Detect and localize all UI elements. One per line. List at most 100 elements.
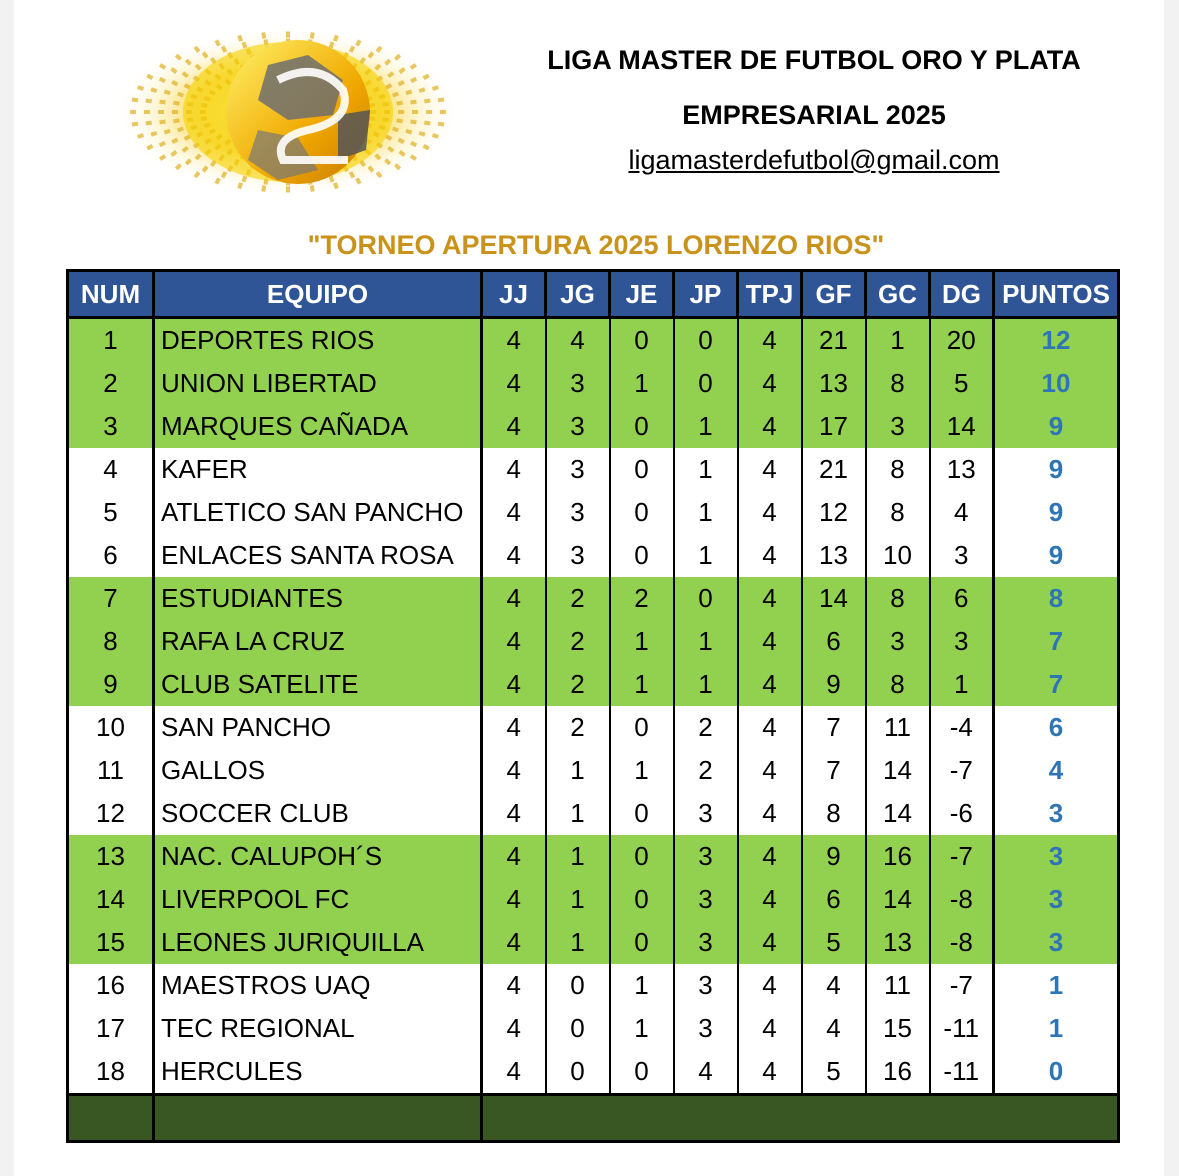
cell-dg: -8 (928, 878, 994, 921)
cell-je: 0 (608, 491, 674, 534)
table-row: 5 ATLETICO SAN PANCHO 4 3 0 1 4 12 8 4 9 (67, 491, 1119, 534)
cell-pts: 7 (992, 620, 1119, 663)
cell-jp: 3 (672, 792, 738, 835)
cell-pts: 3 (992, 835, 1119, 878)
cell-dg: -7 (928, 749, 994, 792)
cell-gc: 1 (864, 317, 930, 362)
cell-je: 0 (608, 534, 674, 577)
cell-pts: 9 (992, 534, 1119, 577)
cell-dg: 13 (928, 448, 994, 491)
cell-gc: 8 (864, 362, 930, 405)
cell-dg: 6 (928, 577, 994, 620)
cell-pts: 3 (992, 792, 1119, 835)
cell-team: LEONES JURIQUILLA (152, 921, 482, 964)
cell-gf: 13 (800, 534, 866, 577)
cell-gf: 21 (800, 448, 866, 491)
cell-je: 0 (608, 921, 674, 964)
cell-jg: 1 (544, 878, 610, 921)
cell-num: 6 (67, 534, 154, 577)
cell-je: 1 (608, 620, 674, 663)
cell-gc: 8 (864, 663, 930, 706)
cell-jj: 4 (480, 405, 546, 448)
cell-num: 7 (67, 577, 154, 620)
standings-body: 1 DEPORTES RIOS 4 4 0 0 4 21 1 20 12 2 UNION LIBERTA… (67, 317, 1119, 1095)
cell-jp: 4 (672, 1050, 738, 1095)
cell-jj: 4 (480, 448, 546, 491)
cell-pts: 9 (992, 405, 1119, 448)
cell-tpj: 4 (736, 964, 802, 1007)
cell-num: 9 (67, 663, 154, 706)
cell-jp: 1 (672, 663, 738, 706)
cell-jg: 2 (544, 706, 610, 749)
cell-jp: 1 (672, 620, 738, 663)
cell-jp: 0 (672, 577, 738, 620)
cell-je: 2 (608, 577, 674, 620)
cell-jg: 3 (544, 405, 610, 448)
cell-je: 1 (608, 749, 674, 792)
table-row: 11 GALLOS 4 1 1 2 4 7 14 -7 4 (67, 749, 1119, 792)
cell-jj: 4 (480, 317, 546, 362)
league-subtitle: EMPRESARIAL 2025 (682, 100, 946, 130)
cell-team: KAFER (152, 448, 482, 491)
cell-num: 10 (67, 706, 154, 749)
cell-je: 1 (608, 964, 674, 1007)
cell-gc: 3 (864, 620, 930, 663)
tournament-title: "TORNEO APERTURA 2025 LORENZO RIOS" (307, 230, 885, 260)
cell-jj: 4 (480, 491, 546, 534)
cell-dg: -7 (928, 964, 994, 1007)
table-header-row: NUM EQUIPO JJ JG JE JP TPJ GF GC DG PUNT… (67, 270, 1119, 319)
cell-jp: 2 (672, 706, 738, 749)
cell-jg: 3 (544, 534, 610, 577)
cell-team: SOCCER CLUB (152, 792, 482, 835)
table-row: 9 CLUB SATELITE 4 2 1 1 4 9 8 1 7 (67, 663, 1119, 706)
col-header-gc: GC (864, 270, 930, 319)
cell-jg: 0 (544, 1050, 610, 1095)
cell-pts: 0 (992, 1050, 1119, 1095)
cell-team: TEC REGIONAL (152, 1007, 482, 1050)
cell-num: 5 (67, 491, 154, 534)
cell-gc: 10 (864, 534, 930, 577)
cell-gf: 6 (800, 878, 866, 921)
col-header-dg: DG (928, 270, 994, 319)
cell-gc: 16 (864, 835, 930, 878)
cell-pts: 10 (992, 362, 1119, 405)
cell-dg: 20 (928, 317, 994, 362)
cell-gc: 11 (864, 706, 930, 749)
cell-je: 0 (608, 448, 674, 491)
email-link[interactable]: ligamasterdefutbol@gmail.com (454, 145, 1174, 176)
soccer-ball-logo-icon (113, 27, 463, 197)
footer-cell (480, 1093, 1119, 1142)
cell-jp: 3 (672, 921, 738, 964)
table-row: 16 MAESTROS UAQ 4 0 1 3 4 4 11 -7 1 (67, 964, 1119, 1007)
table-row: 1 DEPORTES RIOS 4 4 0 0 4 21 1 20 12 (67, 317, 1119, 362)
cell-num: 15 (67, 921, 154, 964)
cell-gc: 8 (864, 448, 930, 491)
cell-gc: 3 (864, 405, 930, 448)
cell-gf: 4 (800, 964, 866, 1007)
cell-gf: 5 (800, 921, 866, 964)
cell-gc: 15 (864, 1007, 930, 1050)
cell-num: 3 (67, 405, 154, 448)
cell-dg: 4 (928, 491, 994, 534)
cell-pts: 1 (992, 1007, 1119, 1050)
col-header-equipo: EQUIPO (152, 270, 482, 319)
cell-je: 0 (608, 405, 674, 448)
cell-dg: -11 (928, 1050, 994, 1095)
cell-jg: 2 (544, 577, 610, 620)
table-row: 3 MARQUES CAÑADA 4 3 0 1 4 17 3 14 9 (67, 405, 1119, 448)
cell-jj: 4 (480, 1050, 546, 1095)
cell-tpj: 4 (736, 1050, 802, 1095)
cell-je: 0 (608, 878, 674, 921)
cell-dg: -8 (928, 921, 994, 964)
cell-jp: 3 (672, 964, 738, 1007)
cell-num: 1 (67, 317, 154, 362)
cell-jg: 3 (544, 362, 610, 405)
cell-pts: 8 (992, 577, 1119, 620)
table-row: 7 ESTUDIANTES 4 2 2 0 4 14 8 6 8 (67, 577, 1119, 620)
col-header-num: NUM (67, 270, 154, 319)
cell-num: 11 (67, 749, 154, 792)
cell-dg: -4 (928, 706, 994, 749)
cell-tpj: 4 (736, 663, 802, 706)
cell-tpj: 4 (736, 362, 802, 405)
table-row: 12 SOCCER CLUB 4 1 0 3 4 8 14 -6 3 (67, 792, 1119, 835)
